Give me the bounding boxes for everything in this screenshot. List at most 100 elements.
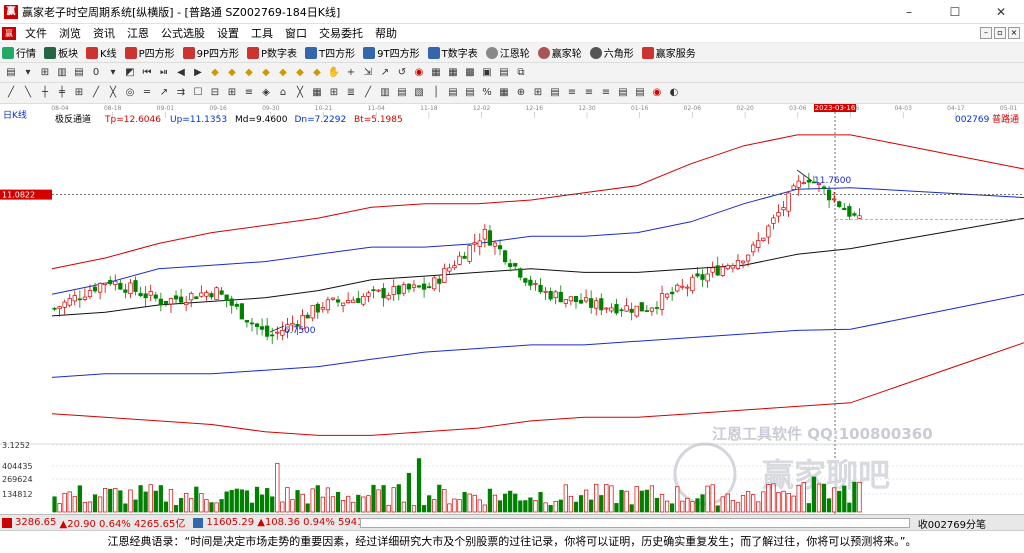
gann-tool-icon[interactable]: ◈ [259,86,273,100]
mdi-minimize-button[interactable]: – [980,27,992,39]
chart-tool-icon[interactable]: ◩ [123,66,137,80]
gann-tool-icon[interactable]: % [480,86,494,100]
tb-sectors[interactable]: 板块 [44,45,78,60]
sh-index-segment[interactable]: 3286.65 ▲20.90 0.64% 4265.65亿 [2,515,185,530]
chart-tool-icon[interactable]: ⏮ [140,66,154,80]
chart-tool-icon[interactable]: ▾ [106,66,120,80]
gann-tool-icon[interactable]: ▧ [412,86,426,100]
gann-tool-icon[interactable]: ╱ [4,86,18,100]
gann-tool-icon[interactable]: ⊟ [208,86,222,100]
tb-t-table[interactable]: T数字表 [427,45,478,60]
gann-tool-icon[interactable]: ▤ [633,86,647,100]
chart-tool-icon[interactable]: ◆ [225,66,239,80]
chart-tool-icon[interactable]: ⊞ [38,66,52,80]
chart-tool-icon[interactable]: ◆ [310,66,324,80]
gann-tool-icon[interactable]: ◉ [650,86,664,100]
tb-quotes[interactable]: 行情 [2,45,36,60]
maximize-button[interactable]: ☐ [932,0,978,24]
tb-service[interactable]: 赢家服务 [641,45,696,60]
gann-tool-icon[interactable]: ┼ [38,86,52,100]
chart-area[interactable]: 08-04 08-18 09-01 09-16 09-30 10-21 11-04 11-18… [0,104,1024,514]
minimize-button[interactable]: – [886,0,932,24]
chart-tool-icon[interactable]: ▾ [21,66,35,80]
ticker-scrollbar[interactable] [360,518,910,528]
gann-tool-icon[interactable]: ◎ [123,86,137,100]
chart-tool-icon[interactable]: ▤ [4,66,18,80]
gann-tool-icon[interactable]: ╲ [21,86,35,100]
mdi-close-button[interactable]: × [1008,27,1020,39]
chart-tool-icon[interactable]: ▩ [463,66,477,80]
chart-tool-icon[interactable]: ◉ [412,66,426,80]
gann-tool-icon[interactable]: ≡ [582,86,596,100]
gann-tool-icon[interactable]: ▦ [497,86,511,100]
menu-file[interactable]: 文件 [19,25,53,41]
gann-tool-icon[interactable]: ╱ [89,86,103,100]
menu-trade[interactable]: 交易委托 [313,25,369,41]
gann-tool-icon[interactable]: ▤ [616,86,630,100]
tb-9p-square[interactable]: 9P四方形 [182,45,239,60]
gann-tool-icon[interactable]: ≡ [565,86,579,100]
menu-formula[interactable]: 公式选股 [155,25,211,41]
gann-tool-icon[interactable]: ⊞ [72,86,86,100]
chart-tool-icon[interactable]: ▥ [55,66,69,80]
gann-tool-icon[interactable]: ▦ [310,86,324,100]
tb-p-square[interactable]: P四方形 [124,45,175,60]
chart-tool-icon[interactable]: ◆ [293,66,307,80]
chart-tool-icon[interactable]: ⏯ [157,66,171,80]
tb-kline[interactable]: K线 [86,45,117,60]
chart-tool-icon[interactable]: ▤ [497,66,511,80]
gann-tool-icon[interactable]: ▥ [378,86,392,100]
gann-tool-icon[interactable]: ▤ [395,86,409,100]
tick-detail-label[interactable]: 收002769分笔 [918,516,986,531]
gann-tool-icon[interactable]: ═ [140,86,154,100]
menu-window[interactable]: 窗口 [279,25,313,41]
tb-hexagon[interactable]: 六角形 [589,45,634,60]
menu-help[interactable]: 帮助 [369,25,403,41]
gann-tool-icon[interactable]: ╪ [55,86,69,100]
gann-tool-icon[interactable]: ╳ [293,86,307,100]
chart-tool-icon[interactable]: ▤ [72,66,86,80]
menu-gann[interactable]: 江恩 [121,25,155,41]
gann-tool-icon[interactable]: ▤ [446,86,460,100]
gann-tool-icon[interactable]: ⊞ [225,86,239,100]
gann-tool-icon[interactable]: ≣ [344,86,358,100]
gann-tool-icon[interactable]: ↗ [157,86,171,100]
menu-tools[interactable]: 工具 [245,25,279,41]
gann-tool-icon[interactable]: ⊞ [327,86,341,100]
menu-info[interactable]: 资讯 [87,25,121,41]
menu-browse[interactable]: 浏览 [53,25,87,41]
chart-tool-icon[interactable]: + [344,66,358,80]
mdi-restore-button[interactable]: ▫ [994,27,1006,39]
gann-tool-icon[interactable]: ◐ [667,86,681,100]
gann-tool-icon[interactable]: │ [429,86,443,100]
chart-tool-icon[interactable]: ◀ [174,66,188,80]
chart-tool-icon[interactable]: ▦ [429,66,443,80]
chart-tool-icon[interactable]: ◆ [276,66,290,80]
chart-tool-icon[interactable]: ▣ [480,66,494,80]
chart-tool-icon[interactable]: ▶ [191,66,205,80]
chart-tool-icon[interactable]: ⧉ [514,66,528,80]
chart-tool-icon[interactable]: ✋ [327,66,341,80]
kline-chart[interactable]: 08-04 08-18 09-01 09-16 09-30 10-21 11-04 11-18… [0,104,1024,514]
tb-winner-wheel[interactable]: 赢家轮 [537,45,582,60]
gann-tool-icon[interactable]: ▤ [548,86,562,100]
gann-tool-icon[interactable]: ⊕ [514,86,528,100]
tb-9t-square[interactable]: 9T四方形 [363,45,420,60]
chart-tool-icon[interactable]: ↗ [378,66,392,80]
tb-p-table[interactable]: P数字表 [247,45,297,60]
chart-tool-icon[interactable]: ⇲ [361,66,375,80]
menu-settings[interactable]: 设置 [211,25,245,41]
chart-tool-icon[interactable]: ◆ [259,66,273,80]
chart-tool-icon[interactable]: ↺ [395,66,409,80]
gann-tool-icon[interactable]: ⇉ [174,86,188,100]
tb-t-square[interactable]: T四方形 [305,45,355,60]
gann-tool-icon[interactable]: ☐ [191,86,205,100]
close-button[interactable]: ✕ [978,0,1024,24]
chart-tool-icon[interactable]: ◆ [242,66,256,80]
chart-tool-icon[interactable]: ◆ [208,66,222,80]
tb-gann-wheel[interactable]: 江恩轮 [485,45,530,60]
gann-tool-icon[interactable]: ≡ [599,86,613,100]
chart-tool-icon[interactable]: ▦ [446,66,460,80]
gann-tool-icon[interactable]: ╳ [106,86,120,100]
chart-tool-icon[interactable]: 0 [89,66,103,80]
